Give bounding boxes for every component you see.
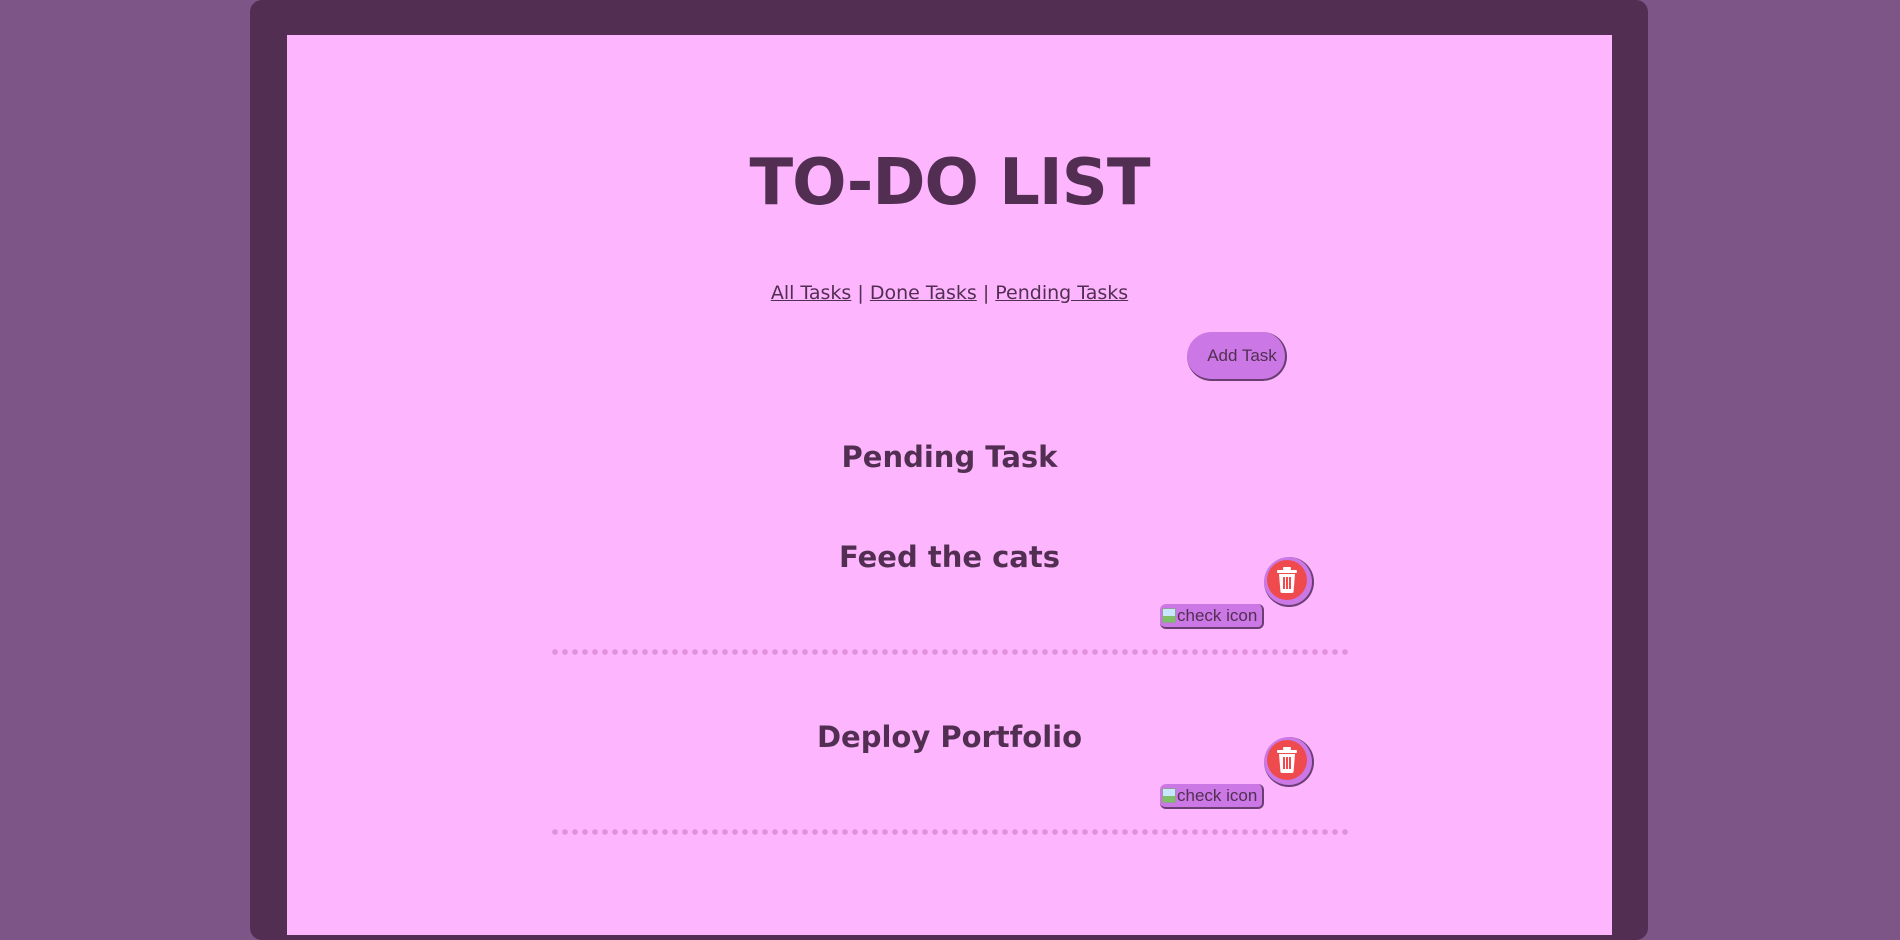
check-icon-alt-text: check icon bbox=[1177, 606, 1258, 625]
check-icon-alt-text: check icon bbox=[1177, 786, 1258, 805]
check-icon bbox=[1162, 788, 1176, 803]
trash-icon bbox=[1267, 740, 1307, 780]
check-icon bbox=[1162, 608, 1176, 623]
nav-link-all-tasks[interactable]: All Tasks bbox=[771, 282, 852, 304]
trash-icon bbox=[1267, 560, 1307, 600]
delete-task-button[interactable] bbox=[1264, 737, 1314, 787]
complete-task-button[interactable]: check icon bbox=[1160, 784, 1264, 809]
nav-link-done-tasks[interactable]: Done Tasks bbox=[870, 282, 977, 304]
todo-panel: TO-DO LIST All Tasks | Done Tasks | Pend… bbox=[287, 35, 1612, 935]
task-filter-nav: All Tasks | Done Tasks | Pending Tasks bbox=[287, 279, 1612, 307]
task-divider bbox=[550, 828, 1350, 836]
nav-link-pending-tasks[interactable]: Pending Tasks bbox=[995, 282, 1128, 304]
task-item: Feed the cats check icon bbox=[287, 537, 1612, 687]
nav-separator: | bbox=[982, 282, 990, 304]
complete-task-button[interactable]: check icon bbox=[1160, 604, 1264, 629]
nav-separator: | bbox=[857, 282, 864, 304]
page-title: TO-DO LIST bbox=[749, 146, 1151, 220]
add-task-button[interactable]: Add Task bbox=[1187, 332, 1287, 381]
delete-task-button[interactable] bbox=[1264, 557, 1314, 607]
task-item: Deploy Portfolio check icon bbox=[287, 717, 1612, 867]
task-divider bbox=[550, 648, 1350, 656]
section-heading: Pending Task bbox=[841, 440, 1058, 474]
task-name: Deploy Portfolio bbox=[816, 720, 1083, 754]
task-name: Feed the cats bbox=[839, 540, 1060, 574]
